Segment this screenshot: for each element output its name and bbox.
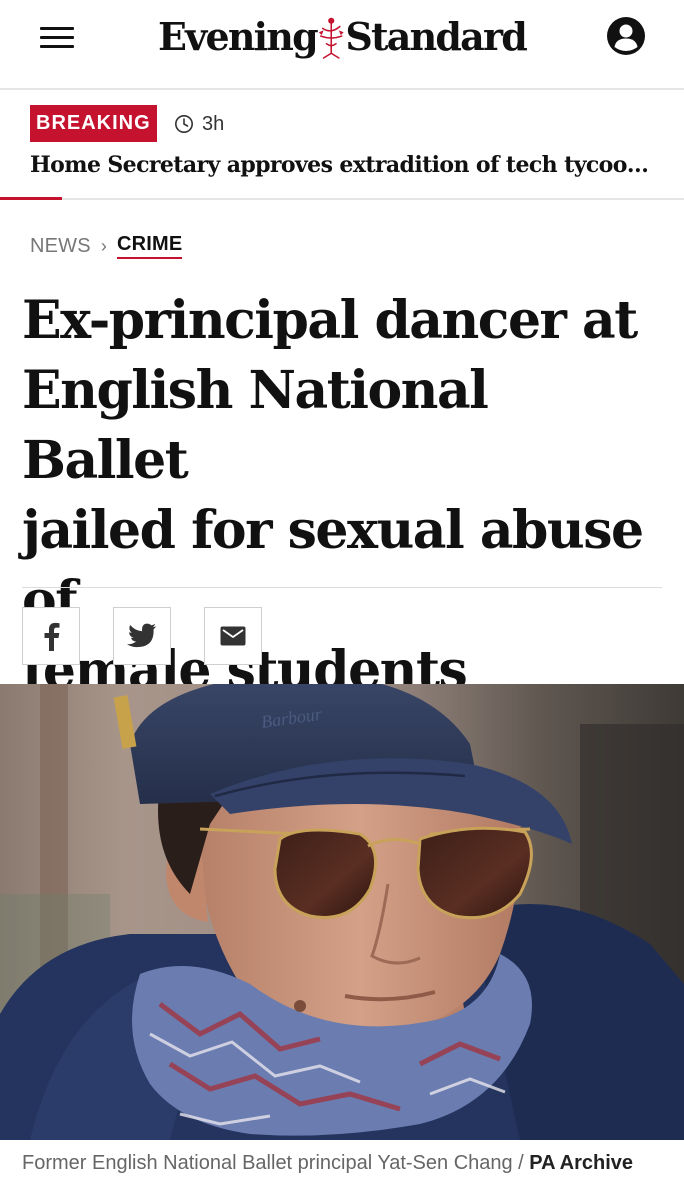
share-twitter-button[interactable] <box>113 607 171 665</box>
headline-line: English National Ballet <box>22 360 489 491</box>
site-header: Evening Standard <box>0 0 684 90</box>
breaking-headline-link[interactable]: Home Secretary approves extradition of t… <box>30 152 662 178</box>
headline-divider <box>22 587 662 588</box>
headline-line: Ex-principal dancer at <box>22 290 638 351</box>
breaking-news-bar[interactable]: BREAKING 3h Home Secretary approves extr… <box>0 92 684 200</box>
email-icon <box>220 626 246 646</box>
article-hero-image[interactable]: Barbour <box>0 684 684 1140</box>
caption-text: Former English National Ballet principal… <box>22 1152 513 1174</box>
portrait-photo: Barbour <box>0 684 684 1140</box>
hamburger-menu-icon[interactable] <box>40 24 76 50</box>
logo-word-standard: Standard <box>345 14 527 59</box>
breaking-timestamp: 3h <box>174 110 224 138</box>
account-icon[interactable] <box>606 16 646 56</box>
clock-icon <box>175 115 193 133</box>
caption-credit: PA Archive <box>529 1152 634 1174</box>
breaking-badge: BREAKING <box>30 105 157 142</box>
caption-separator: / <box>512 1152 530 1174</box>
breaking-time-label: 3h <box>202 112 225 135</box>
image-caption: Former English National Ballet principal… <box>22 1152 662 1175</box>
breadcrumb-separator: › <box>100 235 108 256</box>
twitter-icon <box>127 623 156 648</box>
breadcrumb: NEWS › CRIME <box>30 232 183 260</box>
share-facebook-button[interactable] <box>22 607 80 665</box>
facebook-icon <box>44 622 60 651</box>
masthead-emblem-icon <box>318 17 344 59</box>
site-logo[interactable]: Evening Standard <box>158 10 528 64</box>
logo-word-evening: Evening <box>158 14 319 59</box>
breadcrumb-news-link[interactable]: NEWS <box>30 235 91 258</box>
share-email-button[interactable] <box>204 607 262 665</box>
breaking-carousel-progress <box>0 197 62 200</box>
breadcrumb-crime-link[interactable]: CRIME <box>117 233 183 259</box>
